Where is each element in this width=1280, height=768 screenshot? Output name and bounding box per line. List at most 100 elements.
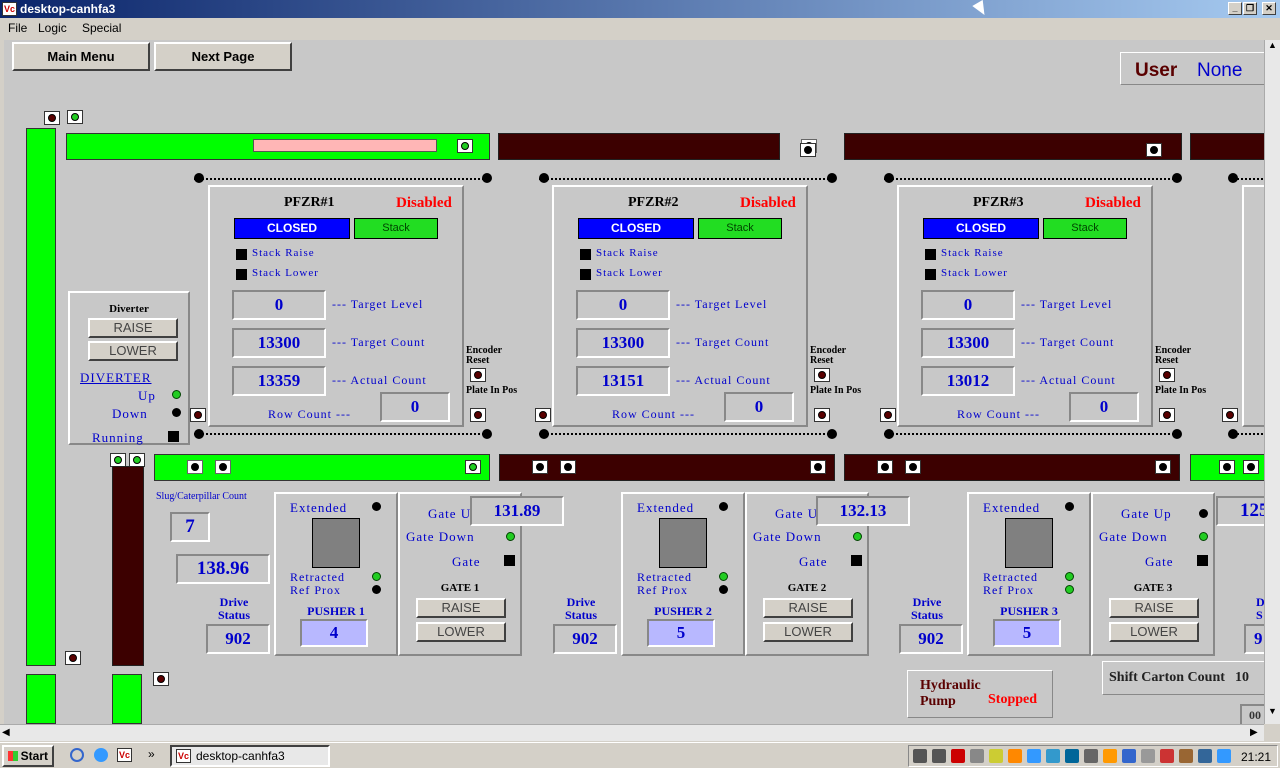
diverter-running-label: Running <box>92 430 144 445</box>
pusher-graphic <box>312 518 360 568</box>
gate-raise-button[interactable]: RAISE <box>763 598 853 618</box>
hydraulic-pump-label: Hydraulic Pump <box>920 678 981 709</box>
vertical-conveyor <box>112 674 142 724</box>
retracted-indicator <box>372 572 381 581</box>
drive-status-label: Drive Status <box>217 595 250 622</box>
chain-sprocket <box>194 429 204 439</box>
tray-icon[interactable] <box>970 749 984 763</box>
shift-carton-box: Shift Carton Count 10 <box>1102 661 1264 695</box>
tray-icon[interactable] <box>1008 749 1022 763</box>
tray-icon[interactable] <box>913 749 927 763</box>
target-count-value: 13300 <box>921 328 1015 358</box>
pfzr-closed-button[interactable]: CLOSED <box>923 218 1039 239</box>
pfzr-status: Disabled <box>396 195 452 211</box>
tray-icon[interactable] <box>1084 749 1098 763</box>
pfzr-closed-button[interactable]: CLOSED <box>234 218 350 239</box>
menu-special[interactable]: Special <box>82 21 121 35</box>
gate-raise-button[interactable]: RAISE <box>1109 598 1199 618</box>
window-title: desktop-canhfa3 <box>20 2 116 16</box>
chain-sprocket <box>482 173 492 183</box>
pfzr-status: Disabled <box>1085 195 1141 211</box>
diverter-raise-button[interactable]: RAISE <box>88 318 178 338</box>
tray-icon[interactable] <box>951 749 965 763</box>
show-desktop-icon[interactable] <box>70 748 84 762</box>
pusher-value[interactable]: 4 <box>300 619 368 647</box>
menu-logic[interactable]: Logic <box>38 21 67 35</box>
stack-raise-indicator <box>236 249 247 260</box>
close-button[interactable]: ✕ <box>1262 2 1276 15</box>
app-quicklaunch-icon[interactable]: Vc <box>117 748 132 762</box>
indicator-lamp <box>44 111 60 125</box>
actual-count-label: --- Actual Count <box>1021 373 1116 387</box>
taskbar-window-button[interactable]: Vc desktop-canhfa3 <box>170 745 330 767</box>
tray-icon[interactable] <box>1065 749 1079 763</box>
plate-in-pos-indicator <box>470 408 486 422</box>
tray-icon[interactable] <box>932 749 946 763</box>
chain-sprocket <box>1228 429 1238 439</box>
menu-bar: File Logic Special <box>0 18 1280 38</box>
target-level-label: --- Target Level <box>1021 297 1113 311</box>
target-level-value: 0 <box>576 290 670 320</box>
scroll-up-arrow-icon[interactable]: ▲ <box>1265 40 1280 56</box>
encoder-reset-button[interactable] <box>1159 368 1175 382</box>
maximize-button[interactable]: ❐ <box>1243 2 1257 15</box>
scroll-left-arrow-icon[interactable]: ◀ <box>2 727 10 738</box>
chain-sprocket <box>539 429 549 439</box>
scroll-right-arrow-icon[interactable]: ▶ <box>1250 727 1258 738</box>
menu-file[interactable]: File <box>8 21 27 35</box>
chain-line <box>194 178 488 180</box>
tray-icon[interactable] <box>1179 749 1193 763</box>
vertical-scrollbar[interactable]: ▲ ▼ <box>1264 40 1280 724</box>
tray-icon[interactable] <box>1141 749 1155 763</box>
diverter-lower-button[interactable]: LOWER <box>88 341 178 361</box>
tray-icon[interactable] <box>1103 749 1117 763</box>
horizontal-scrollbar[interactable]: ◀ ▶ <box>0 724 1264 741</box>
actual-count-label: --- Actual Count <box>332 373 427 387</box>
indicator-lamp <box>153 672 169 686</box>
pfzr-closed-button[interactable]: CLOSED <box>578 218 694 239</box>
chain-sprocket <box>482 429 492 439</box>
chain-sprocket <box>1228 173 1238 183</box>
tray-icon[interactable] <box>1046 749 1060 763</box>
row-count-label: Row Count --- <box>957 407 1040 421</box>
next-page-button[interactable]: Next Page <box>154 42 292 71</box>
main-menu-button[interactable]: Main Menu <box>12 42 150 71</box>
pfzr-stack-button[interactable]: Stack <box>698 218 782 239</box>
drive-status-value: 9 <box>1244 624 1264 654</box>
actual-count-label: --- Actual Count <box>676 373 771 387</box>
encoder-reset-button[interactable] <box>470 368 486 382</box>
tray-icon[interactable] <box>1198 749 1212 763</box>
diverter-title: Diverter <box>109 303 149 315</box>
actual-count-value: 13151 <box>576 366 670 396</box>
pusher-value[interactable]: 5 <box>647 619 715 647</box>
extended-label: Extended <box>290 500 348 515</box>
gate-raise-button[interactable]: RAISE <box>416 598 506 618</box>
indicator-lamp <box>190 408 206 422</box>
gate-lower-button[interactable]: LOWER <box>416 622 506 642</box>
top-conveyor-2 <box>498 133 817 160</box>
gate-lower-button[interactable]: LOWER <box>763 622 853 642</box>
pfzr-stack-button[interactable]: Stack <box>1043 218 1127 239</box>
stack-raise-label: Stack Raise <box>596 247 659 259</box>
start-button[interactable]: Start <box>2 745 54 767</box>
row-count-label: Row Count --- <box>268 407 351 421</box>
row-count-value: 0 <box>1069 392 1139 422</box>
scroll-down-arrow-icon[interactable]: ▼ <box>1265 706 1280 722</box>
pusher-value[interactable]: 5 <box>993 619 1061 647</box>
tray-icon[interactable] <box>1027 749 1041 763</box>
browser-icon[interactable] <box>94 748 108 762</box>
plate-in-pos-label: Plate In Pos <box>1155 385 1207 396</box>
pfzr-stack-button[interactable]: Stack <box>354 218 438 239</box>
tray-icon[interactable] <box>1122 749 1136 763</box>
pfzr-panel: PFZR#3 Disabled CLOSED Stack Stack Raise… <box>897 185 1153 427</box>
gate-lower-button[interactable]: LOWER <box>1109 622 1199 642</box>
tray-icon[interactable] <box>989 749 1003 763</box>
diverter-up-indicator <box>172 390 181 399</box>
encoder-reset-button[interactable] <box>814 368 830 382</box>
tray-icon[interactable] <box>1160 749 1174 763</box>
stack-lower-label: Stack Lower <box>596 267 663 279</box>
tray-icon[interactable] <box>1217 749 1231 763</box>
chain-sprocket <box>827 429 837 439</box>
minimize-button[interactable]: _ <box>1228 2 1242 15</box>
more-quicklaunch-icon[interactable]: » <box>148 747 155 761</box>
